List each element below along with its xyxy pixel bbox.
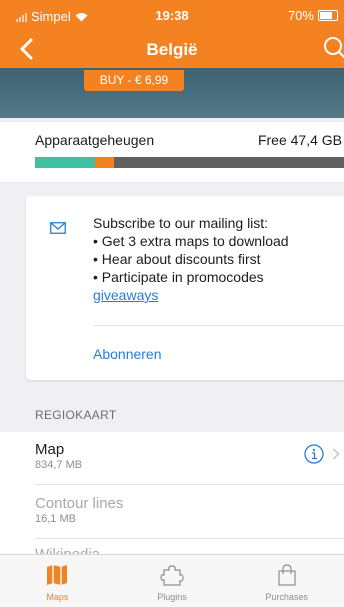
- navigation-bar: België: [0, 32, 344, 68]
- storage-segment-maps: [95, 157, 114, 168]
- page-title: België: [146, 40, 198, 59]
- tab-label: Maps: [46, 592, 69, 602]
- mailing-line: • Participate in promocodes: [93, 269, 264, 285]
- storage-panel: Apparaatgeheugen Free 47,4 GB: [0, 122, 344, 182]
- battery-percent: 70%: [287, 8, 314, 23]
- tab-maps[interactable]: Maps: [0, 555, 115, 607]
- row-title: Contour lines: [35, 495, 124, 512]
- puzzle-icon: [160, 565, 184, 586]
- status-bar: Simpel 19:38 70%: [0, 0, 344, 32]
- section-header: REGIOKAART: [35, 408, 117, 422]
- tab-purchases[interactable]: Purchases: [229, 555, 344, 607]
- search-icon[interactable]: [322, 35, 344, 63]
- chevron-right-icon: [332, 448, 340, 460]
- list-item-contour-lines[interactable]: Contour lines 16,1 MB: [35, 486, 344, 532]
- row-size: 834,7 MB: [35, 459, 83, 471]
- mailing-line: Subscribe to our mailing list:: [93, 215, 269, 231]
- battery-group: 70%: [288, 8, 338, 23]
- subscribe-button[interactable]: Abonneren: [93, 346, 162, 362]
- divider: [93, 325, 344, 326]
- storage-label: Apparaatgeheugen: [35, 132, 155, 148]
- tab-label: Purchases: [265, 592, 308, 602]
- list-item-wikipedia[interactable]: Wikipedia: [35, 540, 344, 554]
- mailing-description: Subscribe to our mailing list: • Get 3 e…: [93, 214, 289, 304]
- storage-free: Free 47,4 GB: [257, 132, 342, 148]
- tab-plugins[interactable]: Plugins: [115, 555, 230, 607]
- tab-label: Plugins: [157, 592, 187, 602]
- row-title: Map: [35, 441, 65, 458]
- region-map-list: Map 834,7 MB Contour lines 16,1 MB Wikip…: [0, 432, 344, 554]
- tab-bar: Maps Plugins Purchases: [0, 554, 344, 607]
- mailing-line: • Hear about discounts first: [93, 251, 261, 267]
- shopping-bag-icon: [278, 564, 296, 586]
- storage-segment-rest: [113, 157, 344, 168]
- storage-usage-bar: [35, 157, 344, 168]
- row-title: Wikipedia: [35, 546, 100, 554]
- storage-segment-other: [35, 157, 96, 168]
- divider: [35, 484, 344, 485]
- info-icon[interactable]: [304, 444, 324, 464]
- divider: [35, 538, 344, 539]
- list-item-map[interactable]: Map 834,7 MB: [35, 432, 344, 478]
- mailing-line: • Get 3 extra maps to download: [93, 233, 289, 249]
- row-size: 16,1 MB: [35, 513, 76, 525]
- mailing-list-card: Subscribe to our mailing list: • Get 3 e…: [26, 196, 344, 380]
- battery-icon: [318, 10, 338, 21]
- giveaways-link[interactable]: giveaways: [93, 287, 158, 303]
- map-icon: [47, 565, 68, 585]
- buy-button[interactable]: BUY - € 6,99: [84, 70, 184, 91]
- envelope-icon: [50, 222, 66, 234]
